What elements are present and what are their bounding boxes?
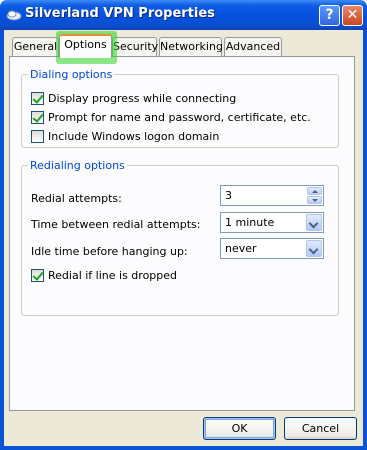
prompt-credentials-checkbox[interactable] [31, 111, 44, 124]
redial-if-dropped-option[interactable]: Redial if line is dropped [31, 269, 177, 282]
tab-networking[interactable]: Networking [159, 37, 223, 56]
idle-time-select[interactable]: never [220, 238, 324, 259]
tab-security[interactable]: Security [112, 37, 158, 56]
tab-options[interactable]: Options [59, 34, 112, 58]
include-logon-domain-option[interactable]: Include Windows logon domain [31, 130, 219, 143]
cancel-button[interactable]: Cancel [284, 417, 357, 440]
redial-attempts-value: 3 [225, 189, 232, 202]
display-progress-checkbox[interactable] [31, 92, 44, 105]
redial-attempts-spinner[interactable] [307, 187, 322, 204]
title-bar[interactable]: Silverland VPN Properties ? ✕ [0, 0, 367, 30]
chevron-down-icon[interactable] [306, 240, 322, 257]
dialog-client-area: General Options Security Networking Adva… [4, 30, 363, 446]
prompt-credentials-option[interactable]: Prompt for name and password, certificat… [31, 111, 311, 124]
include-logon-domain-label: Include Windows logon domain [48, 130, 220, 143]
redialing-options-group: Redialing options Redial attempts: 3 Tim… [21, 159, 339, 316]
idle-time-value: never [225, 242, 257, 255]
prompt-credentials-label: Prompt for name and password, certificat… [48, 111, 311, 124]
redial-attempts-label: Redial attempts: [31, 192, 122, 205]
close-icon: ✕ [346, 7, 359, 23]
idle-time-label: Idle time before hanging up: [31, 245, 188, 258]
ok-button[interactable]: OK [203, 417, 276, 440]
spin-down-icon[interactable] [307, 196, 322, 204]
display-progress-label: Display progress while connecting [48, 92, 237, 105]
window-title: Silverland VPN Properties [25, 6, 215, 21]
options-tab-panel: Dialing options Display progress while c… [9, 56, 355, 411]
include-logon-domain-checkbox[interactable] [31, 130, 44, 143]
properties-window: Silverland VPN Properties ? ✕ General Op… [0, 0, 367, 450]
dialing-options-group: Dialing options Display progress while c… [21, 68, 339, 148]
tab-advanced[interactable]: Advanced [224, 37, 282, 56]
time-between-redial-value: 1 minute [225, 216, 275, 229]
tab-general[interactable]: General [12, 37, 59, 56]
redial-attempts-spinbox[interactable]: 3 [220, 185, 324, 206]
redial-if-dropped-label: Redial if line is dropped [48, 269, 178, 282]
time-between-redial-label: Time between redial attempts: [31, 218, 201, 231]
chevron-down-icon[interactable] [306, 214, 322, 231]
display-progress-option[interactable]: Display progress while connecting [31, 92, 236, 105]
help-icon: ? [325, 7, 334, 23]
time-between-redial-select[interactable]: 1 minute [220, 212, 324, 233]
spin-up-icon[interactable] [307, 187, 322, 195]
help-button[interactable]: ? [319, 5, 340, 26]
redial-if-dropped-checkbox[interactable] [31, 269, 44, 282]
redialing-options-legend: Redialing options [30, 159, 125, 172]
dialing-options-legend: Dialing options [30, 68, 113, 81]
close-button[interactable]: ✕ [342, 5, 363, 26]
network-connection-icon [6, 10, 22, 21]
